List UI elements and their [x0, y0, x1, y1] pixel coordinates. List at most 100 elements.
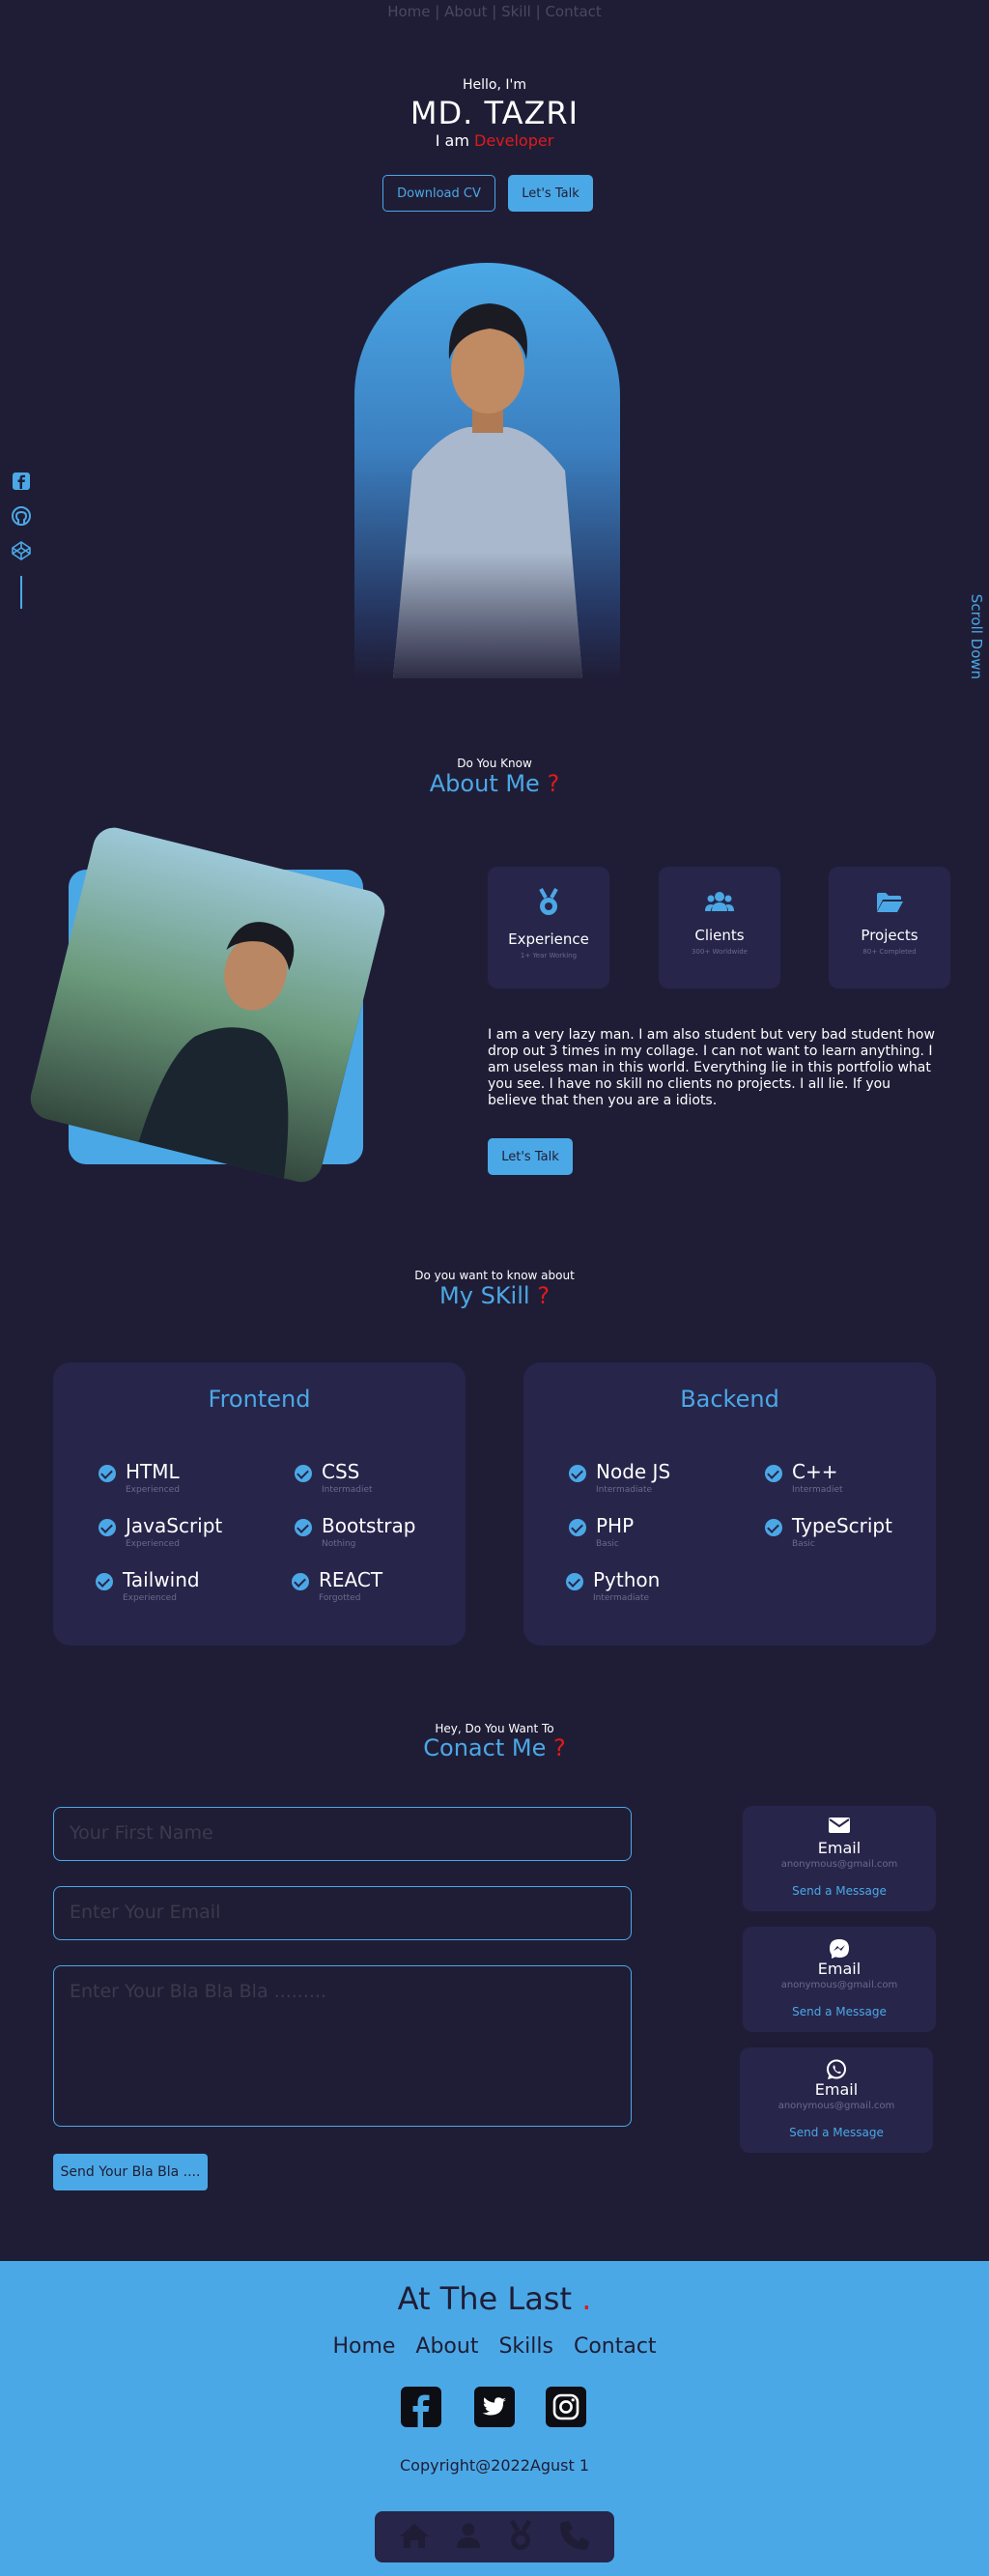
skill-name: TypeScript	[792, 1514, 892, 1537]
contact-kicker: Hey, Do You Want To	[435, 1722, 554, 1735]
frontend-title: Frontend	[208, 1386, 311, 1413]
contact-card-messenger: Email anonymous@gmail.com Send a Message	[743, 1927, 936, 2032]
contact-title-text: Conact Me	[423, 1734, 547, 1761]
first-name-input[interactable]: Your First Name	[53, 1807, 632, 1861]
skill-level: Intermadiate	[596, 1485, 653, 1495]
about-paragraph: I am a very lazy man. I am also student …	[488, 1027, 935, 1108]
skill-name: JavaScript	[126, 1514, 223, 1537]
send-message-link[interactable]: Send a Message	[740, 2126, 933, 2139]
award-icon	[488, 888, 609, 921]
check-icon	[292, 1573, 309, 1590]
contact-card-title: Email	[817, 1839, 862, 1857]
github-icon[interactable]	[12, 506, 31, 530]
nav-skill[interactable]: Skill	[501, 3, 531, 20]
skills-title-text: My SKill	[439, 1282, 530, 1309]
skill-level: Basic	[792, 1539, 815, 1549]
skill-name: PHP	[596, 1514, 635, 1537]
nav-contact[interactable]: Contact	[545, 3, 601, 20]
skill-name: Bootstrap	[322, 1514, 416, 1537]
projects-sub: 80+ Completed	[862, 948, 917, 956]
projects-title: Projects	[861, 927, 918, 944]
skill-level: Experienced	[126, 1485, 180, 1495]
users-icon	[659, 890, 780, 917]
instagram-icon[interactable]	[546, 2387, 586, 2431]
send-message-link[interactable]: Send a Message	[743, 1884, 936, 1898]
contact-title: Conact Me ?	[0, 1734, 989, 1761]
download-cv-button[interactable]: Download CV	[382, 175, 495, 212]
footer-nav: Home About Skills Contact	[0, 2334, 989, 2359]
bottom-nav-bar	[375, 2511, 614, 2562]
skills-title: My SKill ?	[0, 1282, 989, 1309]
footer-nav-contact[interactable]: Contact	[574, 2334, 657, 2359]
contact-card-title: Email	[814, 2080, 859, 2099]
side-divider	[20, 576, 22, 609]
check-icon	[96, 1573, 113, 1590]
skill-level: Experienced	[126, 1539, 180, 1549]
skill-level: Forgotted	[319, 1593, 361, 1603]
facebook-icon[interactable]	[401, 2387, 441, 2431]
award-icon[interactable]	[507, 2519, 534, 2555]
footer-nav-skills[interactable]: Skills	[498, 2334, 553, 2359]
backend-title: Backend	[680, 1386, 779, 1413]
email-input[interactable]: Enter Your Email	[53, 1886, 632, 1940]
send-message-link[interactable]: Send a Message	[743, 2005, 936, 2018]
nav-home[interactable]: Home	[387, 3, 430, 20]
experience-card: Experience 1+ Year Working	[488, 867, 609, 988]
question-mark: ?	[552, 1734, 566, 1761]
contact-card-email-address: anonymous@gmail.com	[780, 1859, 898, 1870]
backend-skills-card: Backend Node JS Intermadiate C++ Intermadi…	[523, 1362, 936, 1646]
codepen-icon[interactable]	[12, 541, 31, 564]
contact-card-email-address: anonymous@gmail.com	[777, 2101, 895, 2111]
nav-about[interactable]: About	[444, 3, 487, 20]
skill-level: Intermadiet	[322, 1485, 373, 1495]
contact-card-email-address: anonymous@gmail.com	[780, 1980, 898, 1990]
contact-card-email: Email anonymous@gmail.com Send a Message	[743, 1806, 936, 1911]
message-textarea[interactable]: Enter Your Bla Bla Bla .........	[53, 1965, 632, 2127]
skill-name: Python	[593, 1568, 661, 1591]
about-lets-talk-button[interactable]: Let's Talk	[488, 1138, 573, 1175]
contact-card-title: Email	[817, 1960, 862, 1978]
hero-name: MD. TAZRI	[410, 95, 579, 131]
question-mark: ?	[547, 770, 560, 797]
check-icon	[765, 1465, 782, 1482]
hero-role: I am Developer	[0, 131, 989, 150]
check-icon	[566, 1573, 583, 1590]
facebook-icon[interactable]	[12, 472, 31, 495]
experience-title: Experience	[508, 930, 589, 948]
nav-separator: |	[535, 3, 541, 20]
projects-card: Projects 80+ Completed	[829, 867, 950, 988]
user-icon[interactable]	[455, 2522, 482, 2553]
messenger-icon	[743, 1938, 936, 1959]
twitter-icon[interactable]	[474, 2387, 515, 2431]
whatsapp-icon	[740, 2059, 933, 2079]
skill-name: REACT	[319, 1568, 383, 1591]
experience-sub: 1+ Year Working	[520, 952, 578, 959]
lets-talk-button[interactable]: Let's Talk	[508, 175, 593, 212]
footer-title-dot: .	[581, 2280, 592, 2317]
hero-role-value: Developer	[474, 131, 554, 150]
footer-nav-home[interactable]: Home	[332, 2334, 395, 2359]
question-mark: ?	[537, 1282, 550, 1309]
skill-name: HTML	[126, 1460, 180, 1483]
contact-card-whatsapp: Email anonymous@gmail.com Send a Message	[740, 2047, 933, 2153]
skill-level: Nothing	[322, 1539, 356, 1549]
about-title: About Me ?	[0, 770, 989, 797]
scroll-down-link[interactable]: Scroll Down	[968, 593, 985, 680]
footer-copyright: Copyright@2022Agust 1	[399, 2456, 589, 2475]
check-icon	[295, 1465, 312, 1482]
skill-level: Intermadiet	[792, 1485, 843, 1495]
skill-level: Basic	[596, 1539, 619, 1549]
send-button[interactable]: Send Your Bla Bla ....	[53, 2154, 208, 2190]
skill-name: Node JS	[596, 1460, 671, 1483]
about-kicker: Do You Know	[457, 757, 532, 770]
check-icon	[295, 1519, 312, 1536]
clients-card: Clients 300+ Worldwide	[659, 867, 780, 988]
skill-name: CSS	[322, 1460, 360, 1483]
phone-icon[interactable]	[559, 2520, 590, 2555]
hero-greeting: Hello, I'm	[462, 77, 526, 93]
skills-kicker: Do you want to know about	[414, 1269, 575, 1282]
footer-nav-about[interactable]: About	[415, 2334, 478, 2359]
home-icon[interactable]	[399, 2522, 430, 2553]
nav-separator: |	[435, 3, 440, 20]
check-icon	[569, 1519, 586, 1536]
